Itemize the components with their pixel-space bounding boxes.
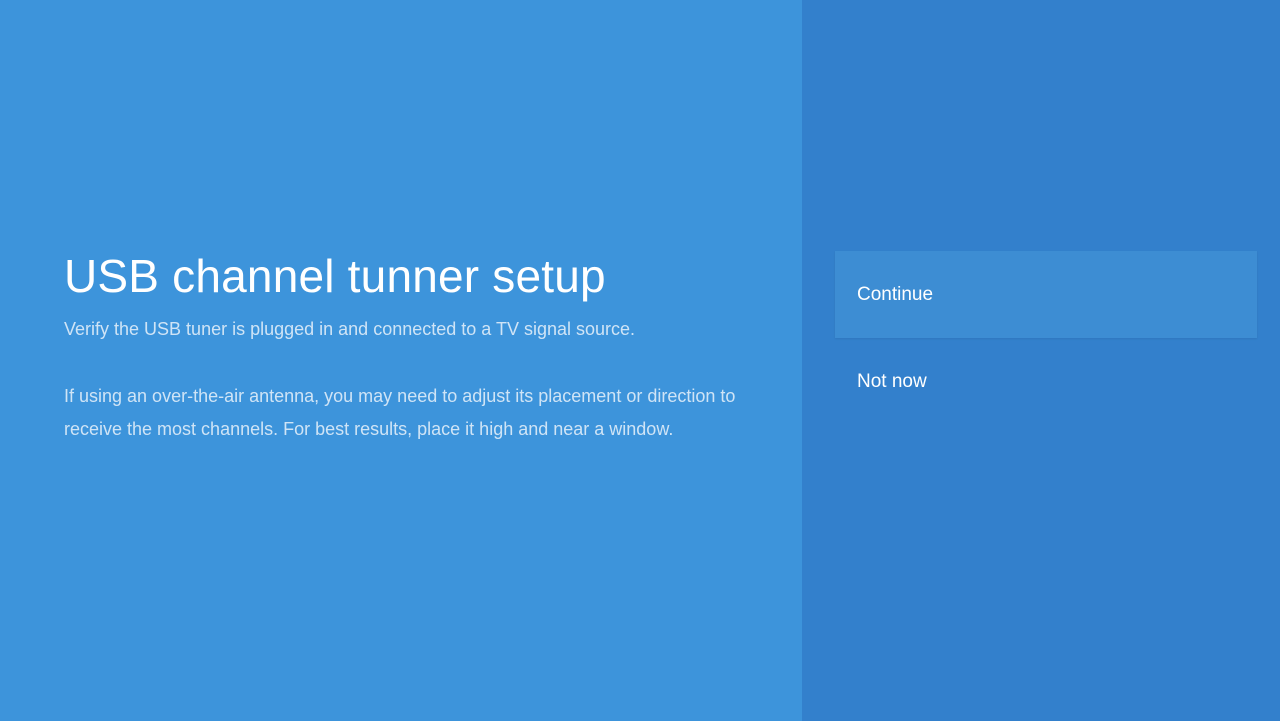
continue-button[interactable]: Continue [835,251,1257,338]
page-title: USB channel tunner setup [64,250,606,302]
continue-button-label: Continue [857,283,934,305]
setup-subtitle: Verify the USB tuner is plugged in and c… [64,319,636,339]
not-now-button[interactable]: Not now [835,338,1257,425]
not-now-button-label: Not now [857,370,927,392]
guidance-panel: USB channel tunner setup Verify the USB … [0,0,802,721]
antenna-instructions: If using an over-the-air antenna, you ma… [64,386,736,439]
